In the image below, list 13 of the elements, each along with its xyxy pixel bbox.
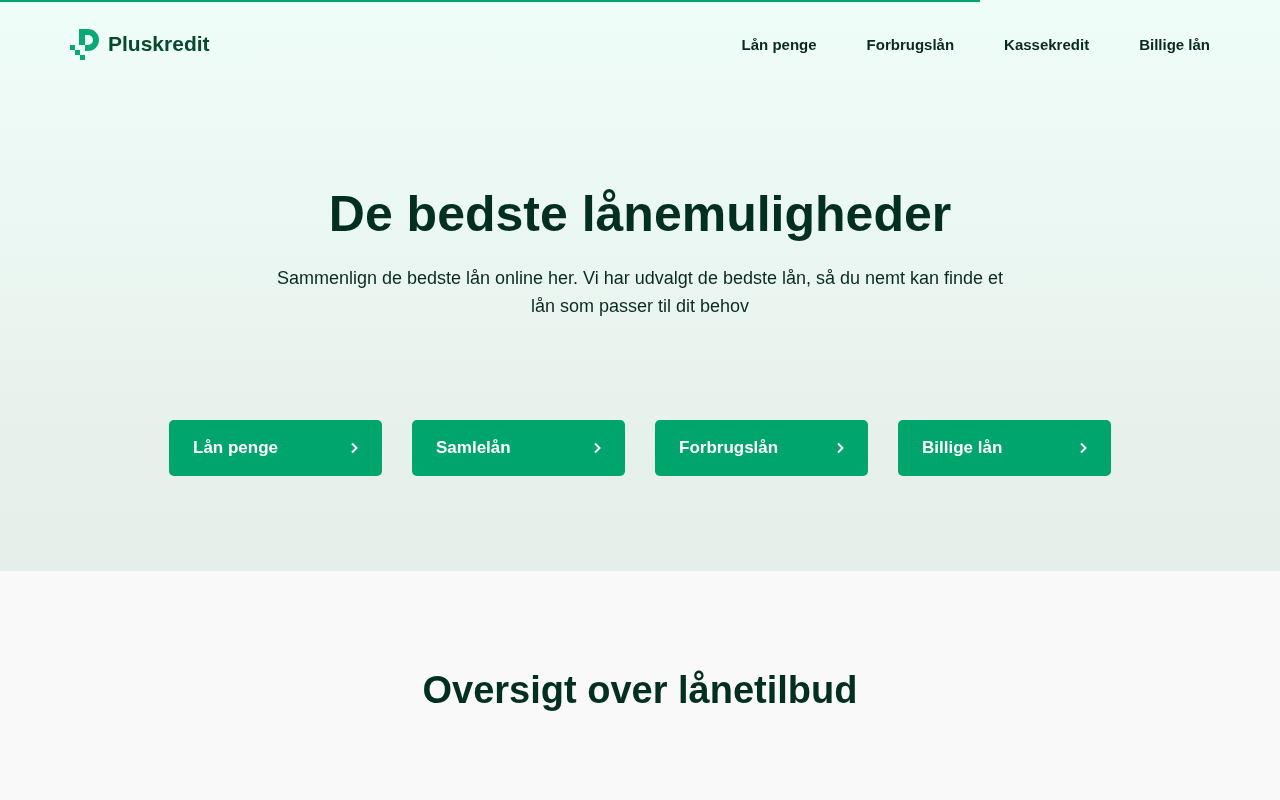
hero-subtitle: Sammenlign de bedste lån online her. Vi har udvalgt de bedste lån, så du nemt kan finde et lån som passer til dit behov — [275, 267, 1005, 318]
chevron-right-icon — [1079, 442, 1087, 454]
section-title: Oversigt over lånetilbud — [422, 669, 858, 712]
chevron-right-icon — [836, 442, 844, 454]
nav-link[interactable]: Kassekredit — [1004, 35, 1090, 53]
nav-link[interactable]: Billige lån — [1139, 35, 1210, 53]
chevron-right-icon — [350, 442, 358, 454]
logo-text: Pluskredit — [108, 32, 210, 56]
chevron-right-icon — [593, 442, 601, 454]
logo[interactable]: Pluskredit — [70, 27, 210, 61]
nav-link[interactable]: Forbrugslån — [866, 35, 955, 53]
hero-title: De bedste lånemuligheder — [328, 185, 952, 244]
nav-link[interactable]: Lån penge — [741, 35, 817, 53]
